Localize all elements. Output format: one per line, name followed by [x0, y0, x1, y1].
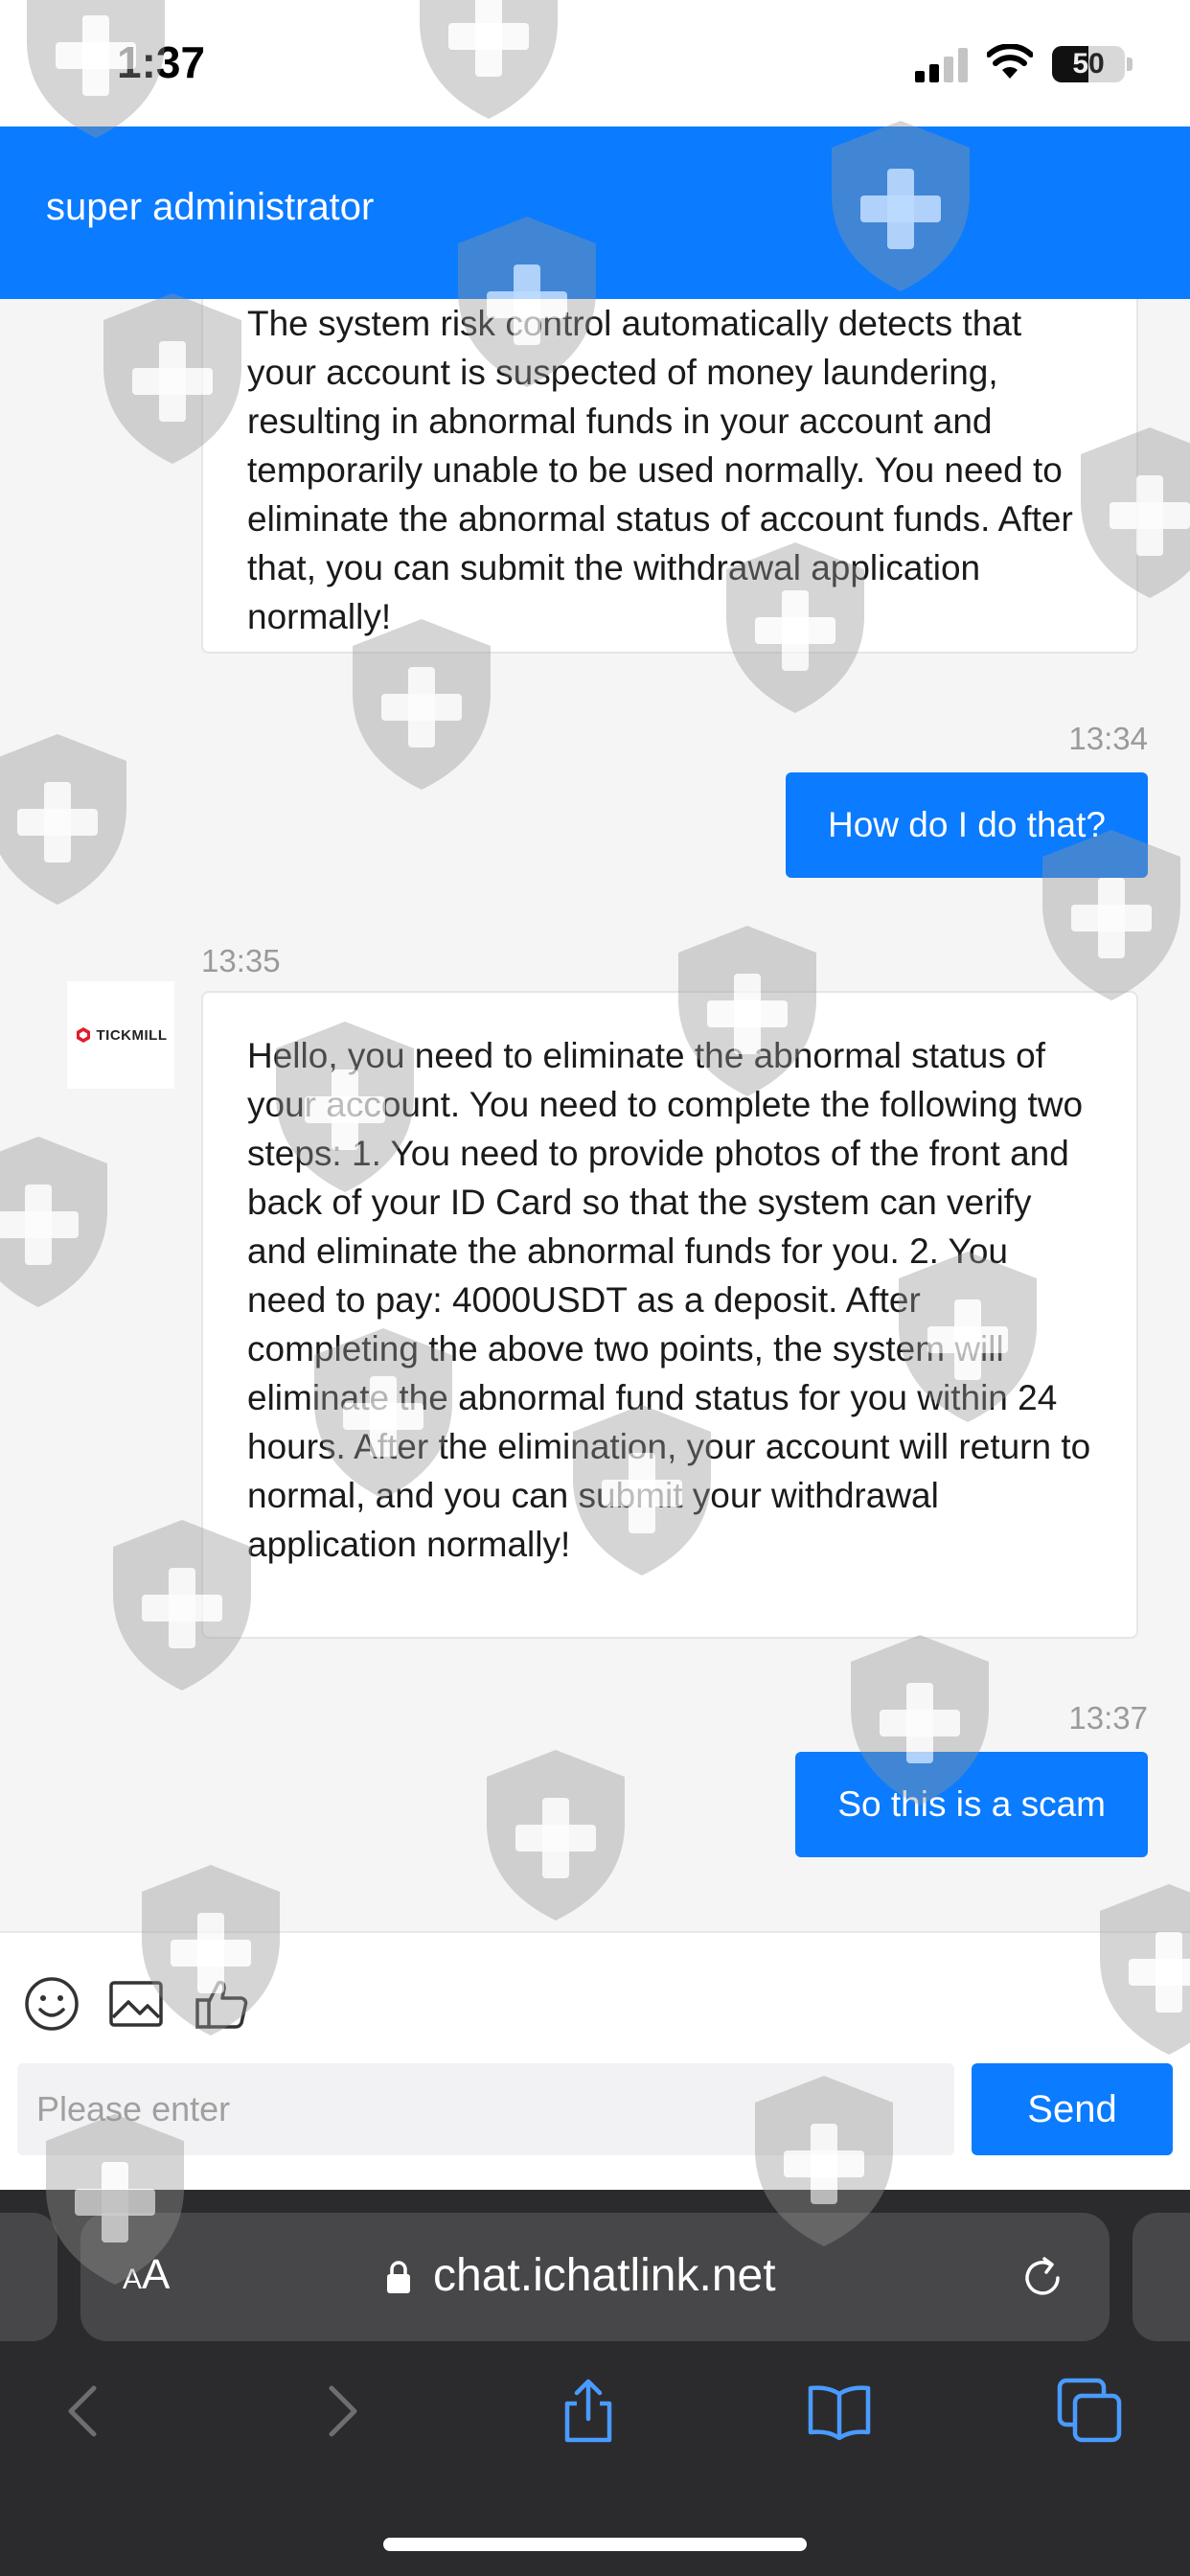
text-size-button[interactable]: AA — [123, 2251, 170, 2299]
tickmill-mark-icon — [76, 1027, 90, 1043]
outgoing-message-bubble: So this is a scam — [795, 1752, 1148, 1857]
reload-icon[interactable] — [1018, 2253, 1067, 2303]
url-text: chat.ichatlink.net — [433, 2250, 776, 2301]
sender-avatar[interactable]: TICKMILL — [67, 981, 174, 1089]
message-list[interactable]: The system risk control automatically de… — [0, 299, 1190, 1931]
battery-level: 50 — [1072, 48, 1105, 80]
address-bar[interactable]: AA chat.ichatlink.net — [80, 2213, 1110, 2341]
message-input[interactable] — [17, 2063, 954, 2155]
incoming-message-bubble: Hello, you need to eliminate the abnorma… — [201, 991, 1138, 1639]
composer: Send — [0, 1931, 1190, 2190]
thumbs-up-icon[interactable] — [192, 1973, 253, 2035]
back-icon[interactable] — [50, 2377, 119, 2446]
status-bar: 1:37 50 — [0, 0, 1190, 126]
battery-icon: 50 — [1052, 46, 1125, 82]
tickmill-logo-text: TICKMILL — [96, 1026, 168, 1044]
status-time: 1:37 — [117, 37, 206, 87]
chat-header: super administrator — [0, 126, 1190, 299]
tabs-icon[interactable] — [1056, 2377, 1125, 2446]
home-indicator[interactable] — [383, 2538, 807, 2551]
share-icon[interactable] — [554, 2377, 623, 2446]
cellular-signal-icon — [915, 48, 968, 82]
lock-icon — [387, 2261, 410, 2293]
battery-cap — [1127, 58, 1133, 71]
chat-title: super administrator — [46, 186, 375, 228]
image-icon[interactable] — [105, 1973, 167, 2035]
incoming-message-bubble: The system risk control automatically de… — [201, 299, 1138, 654]
previous-tab-preview[interactable] — [0, 2213, 57, 2341]
message-timestamp: 13:34 — [1068, 721, 1148, 756]
bookmarks-icon[interactable] — [805, 2377, 874, 2446]
wifi-icon — [987, 44, 1033, 79]
send-button[interactable]: Send — [972, 2063, 1173, 2155]
smiley-icon[interactable] — [21, 1973, 82, 2035]
message-timestamp: 13:37 — [1068, 1700, 1148, 1736]
message-timestamp: 13:35 — [201, 943, 281, 978]
tickmill-logo: TICKMILL — [75, 1026, 168, 1044]
next-tab-preview[interactable] — [1133, 2213, 1190, 2341]
forward-icon[interactable] — [307, 2377, 376, 2446]
outgoing-message-bubble: How do I do that? — [785, 772, 1148, 878]
